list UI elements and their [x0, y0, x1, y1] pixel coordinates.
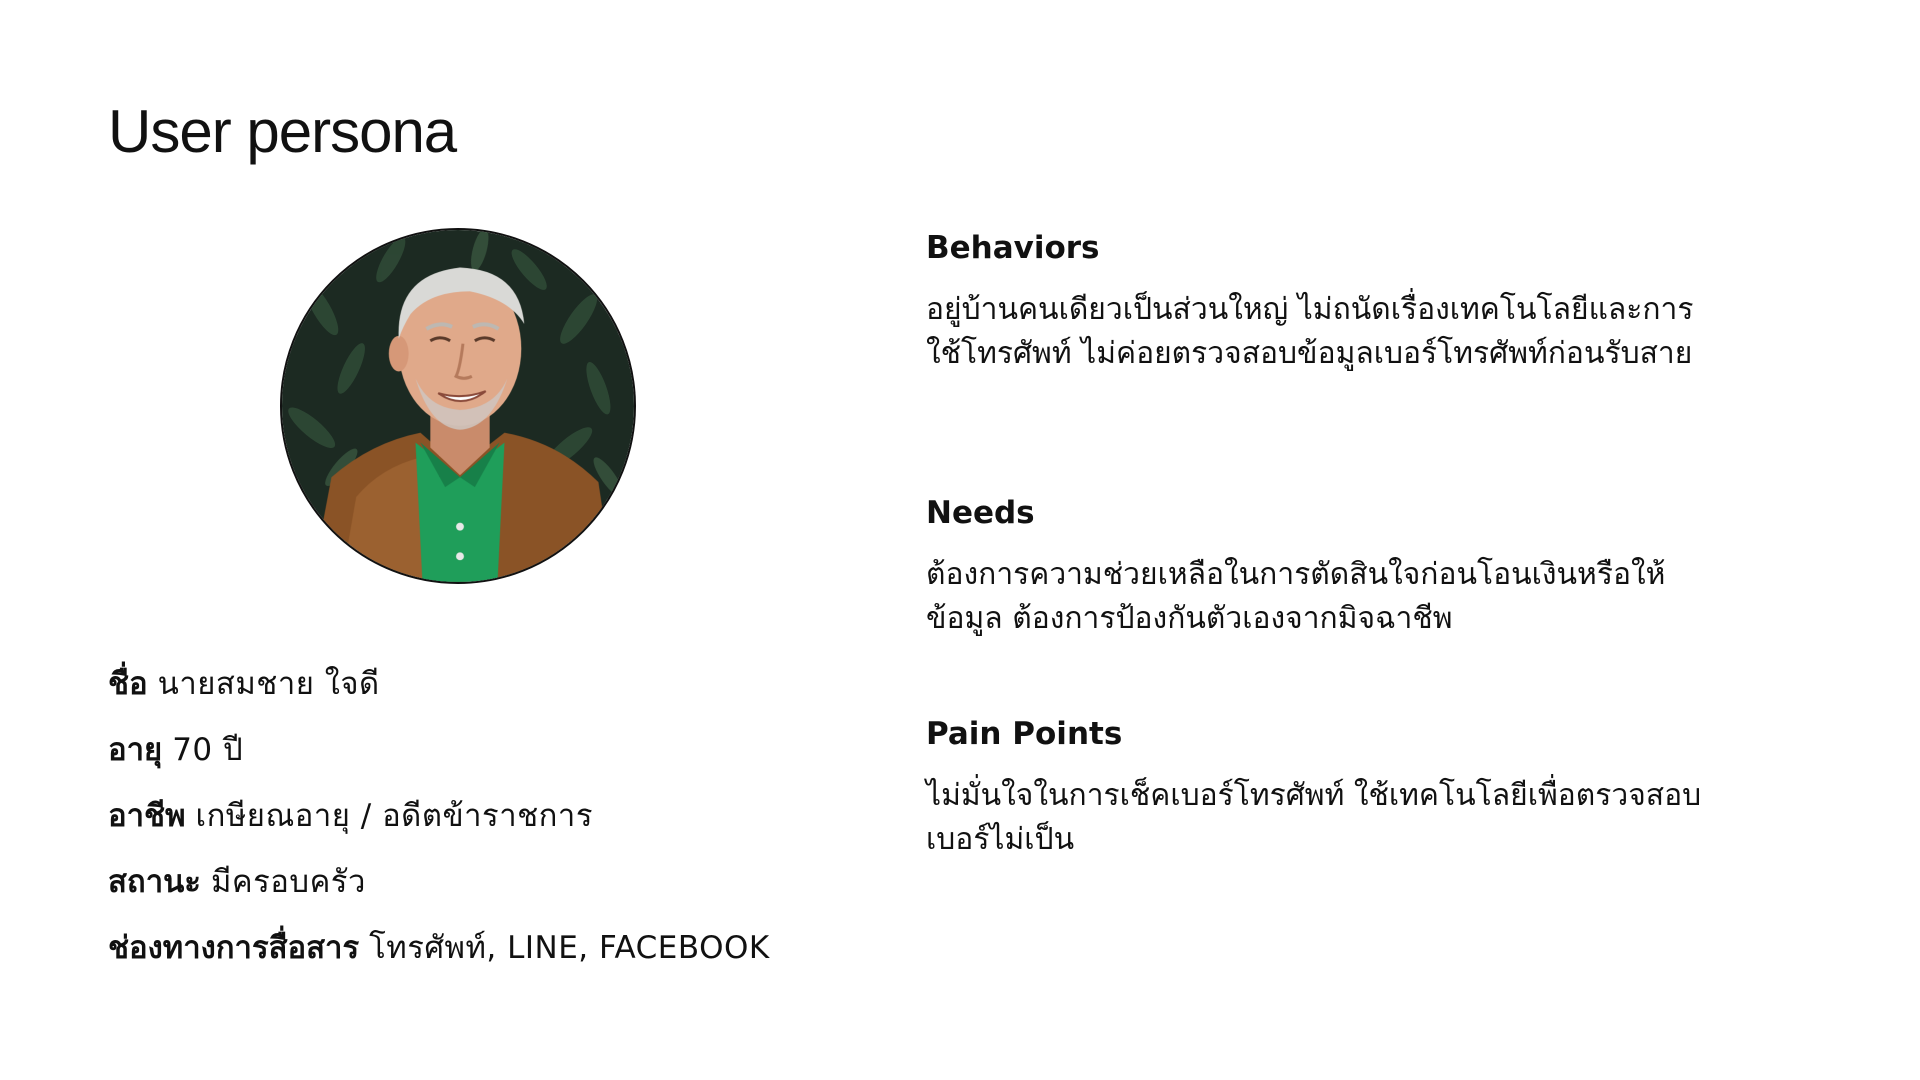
info-occupation: อาชีพ เกษียณอายุ / อดีตข้าราชการ: [108, 794, 770, 860]
page-title: User persona: [108, 98, 457, 165]
elderly-man-portrait-icon: [282, 230, 634, 582]
behaviors-heading: Behaviors: [926, 230, 1100, 266]
info-channels: ช่องทางการสื่อสาร โทรศัพท์, LINE, FACEBOO…: [108, 926, 770, 992]
info-value: นายสมชาย ใจดี: [157, 666, 380, 702]
persona-info-list: ชื่อ นายสมชาย ใจดี อายุ 70 ปี อาชีพ เกษียณอ…: [108, 662, 770, 992]
info-age: อายุ 70 ปี: [108, 728, 770, 794]
info-label: อายุ: [108, 732, 163, 768]
persona-avatar: [280, 228, 636, 584]
info-value: เกษียณอายุ / อดีตข้าราชการ: [195, 798, 593, 834]
behaviors-section: Behaviors อยู่บ้านคนเดียวเป็นส่วนใหญ่ ไม…: [926, 228, 1746, 376]
pain-points-heading: Pain Points: [926, 716, 1123, 752]
info-value: มีครอบครัว: [210, 864, 366, 900]
info-label: สถานะ: [108, 864, 201, 900]
info-status: สถานะ มีครอบครัว: [108, 860, 770, 926]
info-value: โทรศัพท์, LINE, FACEBOOK: [369, 930, 770, 966]
info-value: 70 ปี: [172, 732, 244, 768]
pain-points-text: ไม่มั่นใจในการเช็คเบอร์โทรศัพท์ ใช้เทคโน…: [926, 778, 1702, 857]
behaviors-text: อยู่บ้านคนเดียวเป็นส่วนใหญ่ ไม่ถนัดเรื่อ…: [926, 292, 1694, 371]
info-name: ชื่อ นายสมชาย ใจดี: [108, 662, 770, 728]
info-label: ช่องทางการสื่อสาร: [108, 930, 360, 966]
info-label: อาชีพ: [108, 798, 186, 834]
pain-points-section: Pain Points ไม่มั่นใจในการเช็คเบอร์โทรศั…: [926, 714, 1746, 862]
needs-section: Needs ต้องการความช่วยเหลือในการตัดสินใจก…: [926, 493, 1746, 641]
info-label: ชื่อ: [108, 666, 148, 702]
needs-heading: Needs: [926, 495, 1035, 531]
needs-text: ต้องการความช่วยเหลือในการตัดสินใจก่อนโอน…: [926, 557, 1666, 636]
